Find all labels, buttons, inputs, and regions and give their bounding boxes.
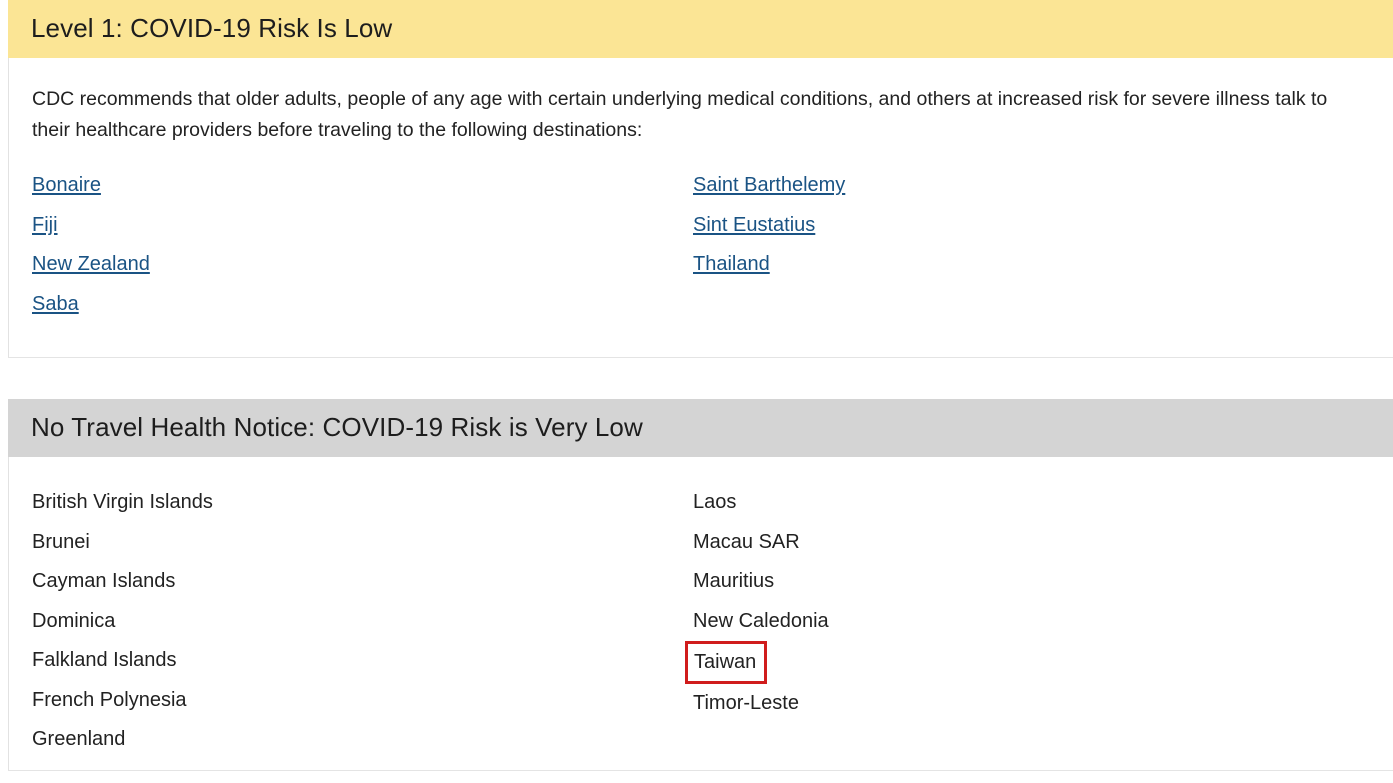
- destination-link[interactable]: Sint Eustatius: [693, 214, 815, 236]
- highlighted-list-item-taiwan: Taiwan: [685, 641, 768, 684]
- destination-column-right: Laos Macau SAR Mauritius New Caledonia T…: [685, 483, 829, 724]
- list-item: Dominica: [32, 609, 116, 632]
- destination-column-left: Bonaire Fiji New Zealand Saba: [32, 166, 150, 324]
- list-item: Brunei: [32, 530, 90, 553]
- list-item: Cayman Islands: [32, 570, 176, 592]
- list-item: New Zealand: [32, 245, 150, 285]
- list-item: Laos: [693, 491, 737, 513]
- list-item: New Caledonia: [693, 609, 829, 632]
- section-title: No Travel Health Notice: COVID-19 Risk i…: [31, 412, 643, 443]
- list-item: Bonaire: [32, 166, 150, 206]
- section-body-no-notice: British Virgin Islands Brunei Cayman Isl…: [9, 457, 1393, 783]
- list-item: British Virgin Islands: [32, 491, 213, 513]
- list-item: Fiji: [32, 206, 150, 246]
- intro-paragraph: CDC recommends that older adults, people…: [32, 88, 1328, 141]
- destination-link[interactable]: New Zealand: [32, 253, 150, 275]
- destination-link[interactable]: Bonaire: [32, 174, 101, 196]
- destination-link[interactable]: Thailand: [693, 253, 770, 275]
- list-item: Greenland: [32, 728, 126, 750]
- list-item: Timor-Leste: [693, 692, 799, 714]
- destination-column-right: Saint Barthelemy Sint Eustatius Thailand: [693, 166, 845, 285]
- destination-columns: British Virgin Islands Brunei Cayman Isl…: [32, 483, 1370, 773]
- section-header-level-1: Level 1: COVID-19 Risk Is Low: [8, 0, 1393, 58]
- list-item: Falkland Islands: [32, 649, 177, 671]
- destination-link[interactable]: Saint Barthelemy: [693, 174, 845, 196]
- list-item: Thailand: [693, 245, 845, 285]
- destination-link[interactable]: Saba: [32, 293, 79, 315]
- destination-column-left: British Virgin Islands Brunei Cayman Isl…: [32, 483, 213, 760]
- list-item: Sint Eustatius: [693, 206, 845, 246]
- section-level-1: Level 1: COVID-19 Risk Is Low CDC recomm…: [8, 0, 1393, 358]
- section-header-no-notice: No Travel Health Notice: COVID-19 Risk i…: [8, 399, 1393, 457]
- travel-notice-page: Level 1: COVID-19 Risk Is Low CDC recomm…: [0, 0, 1393, 779]
- list-item: Saint Barthelemy: [693, 166, 845, 206]
- list-item: Macau SAR: [693, 530, 800, 553]
- list-item: Saba: [32, 285, 150, 325]
- list-item: French Polynesia: [32, 688, 187, 711]
- destination-link[interactable]: Fiji: [32, 214, 58, 236]
- destination-columns: Bonaire Fiji New Zealand Saba Saint Bart…: [32, 166, 1370, 331]
- list-item: Mauritius: [693, 570, 775, 592]
- section-no-travel-health-notice: No Travel Health Notice: COVID-19 Risk i…: [8, 399, 1393, 771]
- section-title: Level 1: COVID-19 Risk Is Low: [31, 13, 393, 44]
- section-body-level-1: CDC recommends that older adults, people…: [9, 58, 1393, 341]
